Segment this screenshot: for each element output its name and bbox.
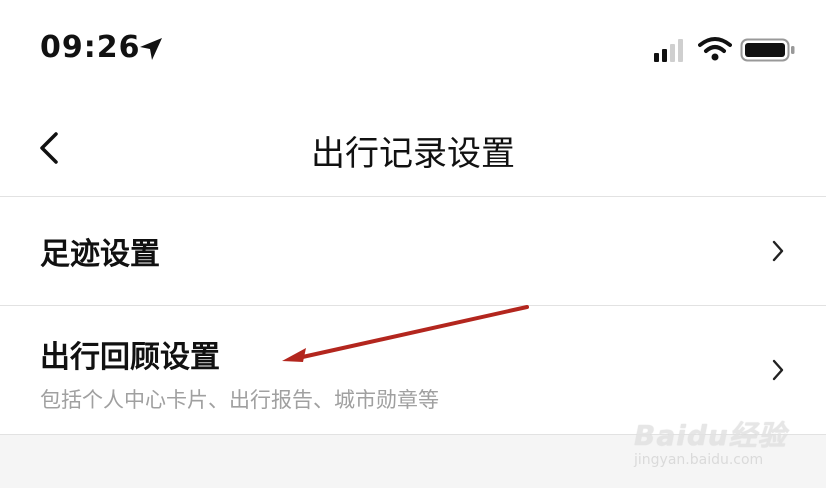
watermark-url: jingyan.baidu.com [634, 452, 764, 468]
row-title: 出行回顾设置 [40, 340, 220, 375]
wifi-icon [698, 37, 732, 61]
chevron-right-icon [772, 240, 784, 262]
status-time: 09:26 [40, 30, 141, 65]
page-title: 出行记录设置 [311, 134, 515, 174]
location-arrow-icon [140, 38, 162, 60]
watermark: Baidu经验 jingyan.baidu.com [632, 398, 812, 478]
settings-row-footprint[interactable]: 足迹设置 [0, 197, 826, 306]
row-subtitle: 包括个人中心卡片、出行报告、城市勋章等 [40, 388, 439, 412]
cellular-signal-icon [654, 39, 683, 62]
row-title: 足迹设置 [40, 237, 160, 272]
watermark-brand: Baidu经验 [634, 419, 787, 452]
battery-icon [740, 38, 795, 62]
navigation-bar: 出行记录设置 [0, 100, 826, 197]
status-bar: 09:26 [0, 0, 826, 100]
chevron-right-icon [772, 359, 784, 381]
